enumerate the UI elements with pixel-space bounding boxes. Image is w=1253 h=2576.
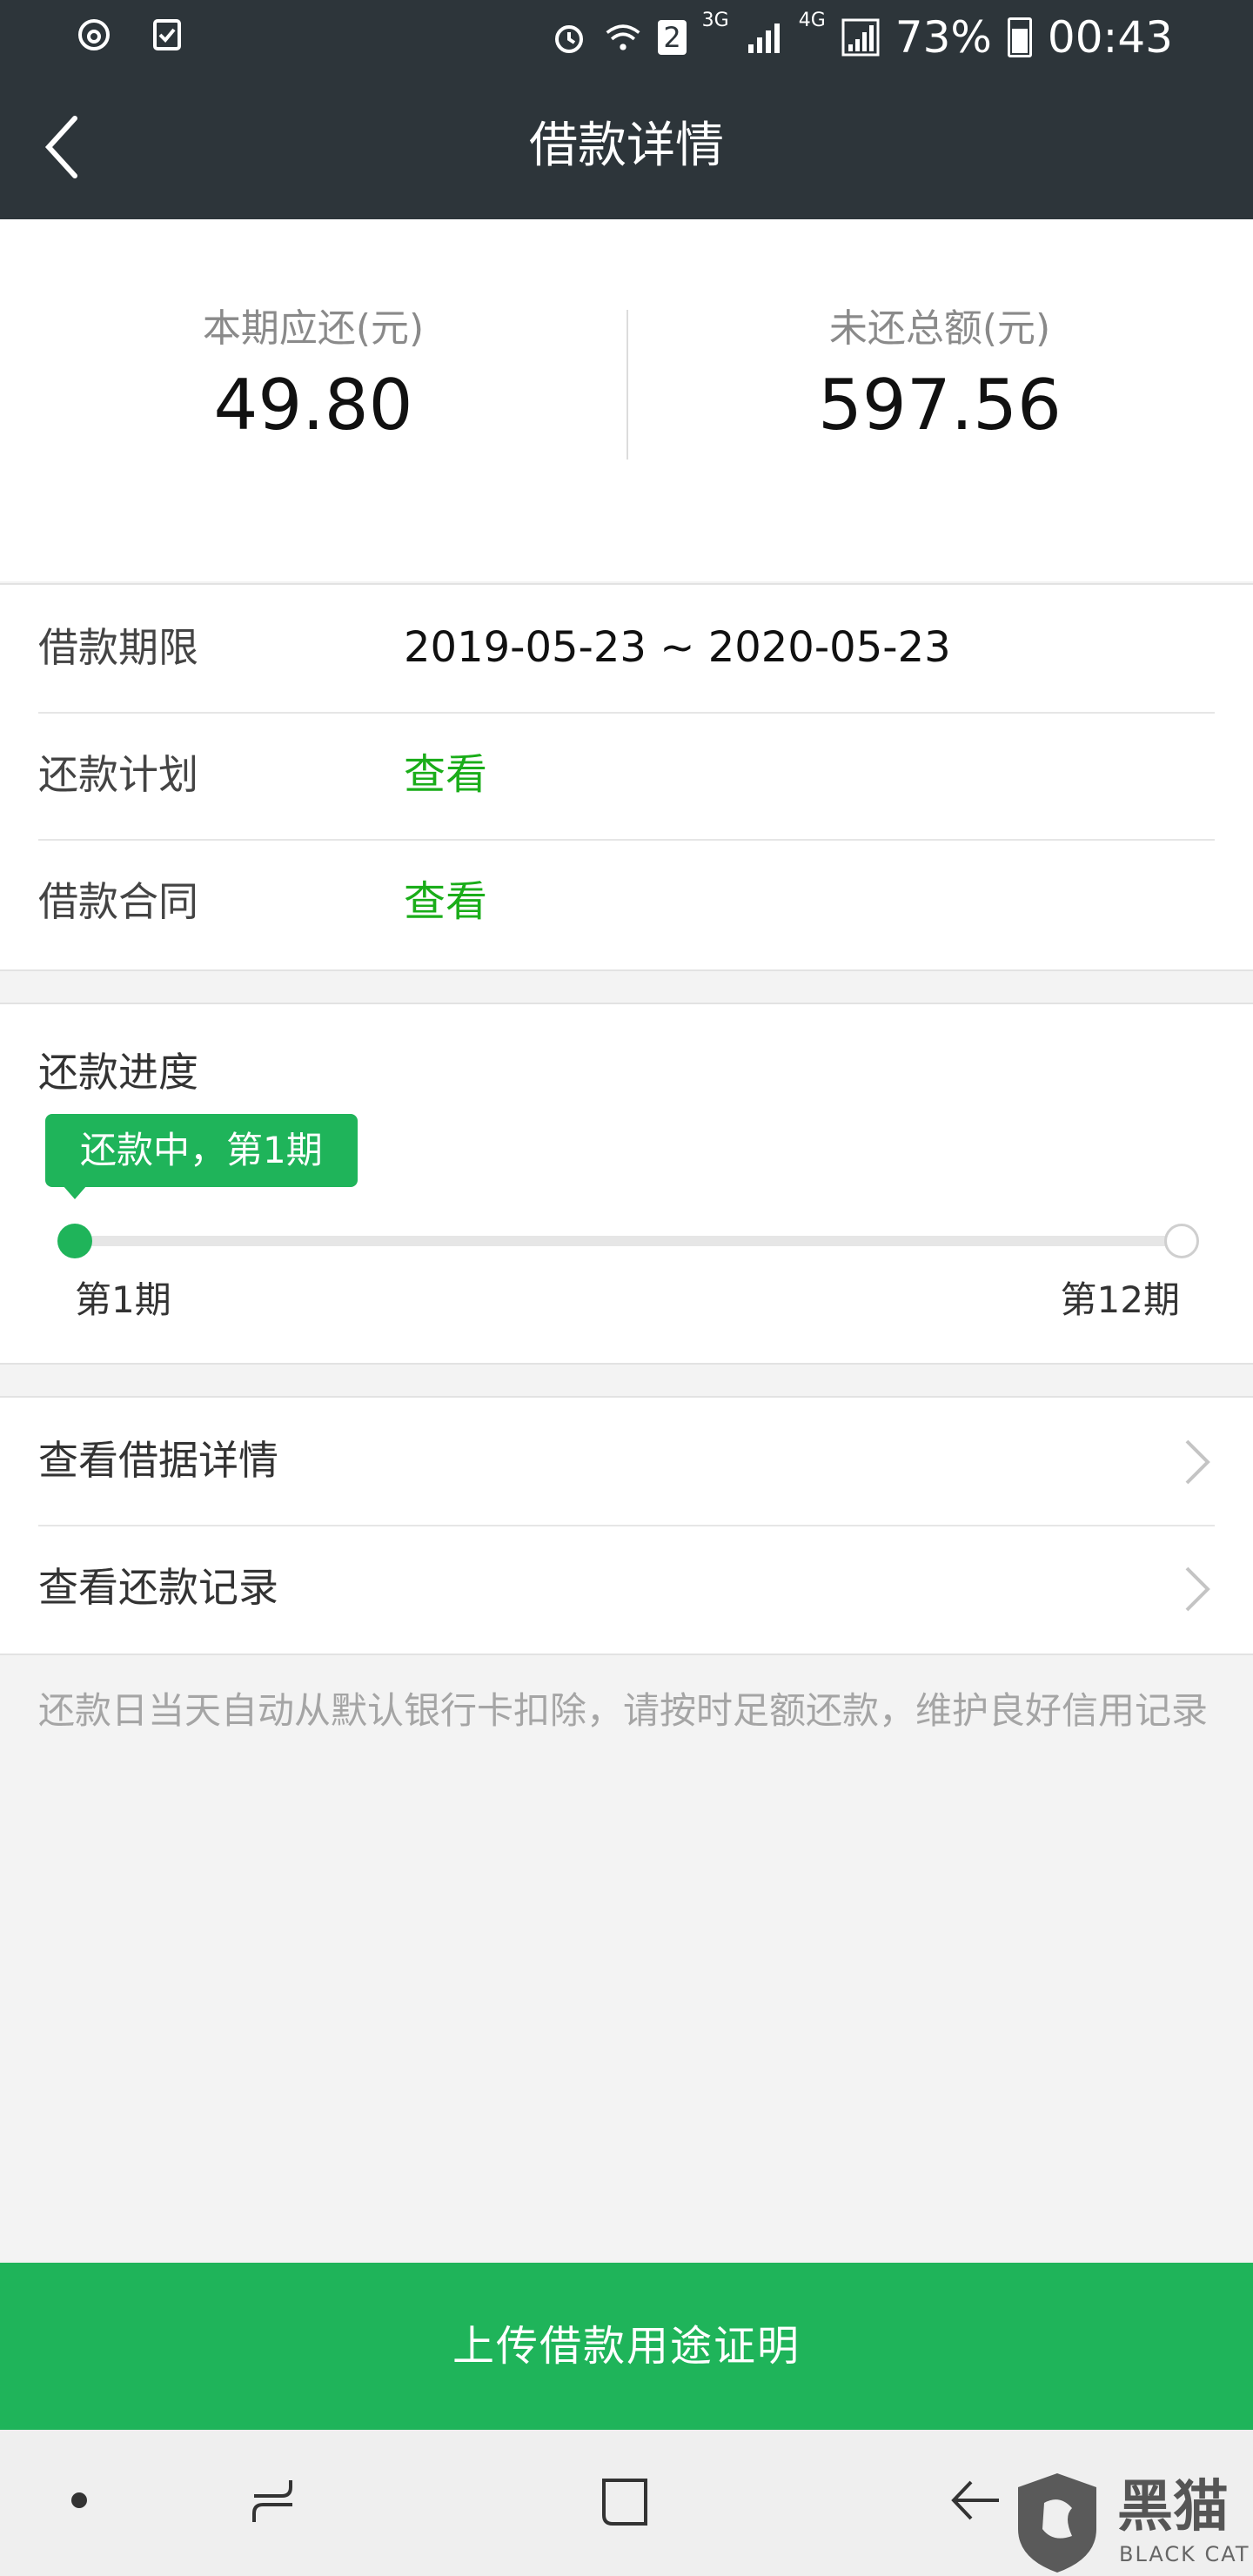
loan-contract-view-link[interactable]: 查看: [404, 874, 487, 929]
watermark-title: 黑猫: [1117, 2475, 1229, 2539]
view-loan-details-row[interactable]: 查看借据详情: [38, 1398, 1215, 1526]
loan-contract-label: 借款合同: [38, 878, 198, 925]
back-icon[interactable]: [945, 2468, 1006, 2532]
progress-status-tooltip: 还款中，第1期: [45, 1114, 358, 1199]
signal-icon-1: [747, 23, 780, 53]
black-cat-watermark: 黑猫 BLACK CAT: [1009, 2468, 1253, 2576]
loan-term-label: 借款期限: [38, 624, 198, 671]
home-icon[interactable]: [595, 2472, 654, 2532]
loan-summary-card: 本期应还(元) 49.80 未还总额(元) 597.56: [0, 219, 1253, 581]
current-due-value: 49.80: [213, 365, 413, 446]
signal-icon-2: [841, 18, 880, 57]
battery-icon: [1007, 17, 1032, 57]
chevron-right-icon: [1185, 1566, 1210, 1612]
watermark-subtitle: BLACK CAT: [1119, 2542, 1250, 2566]
loan-term-value: 2019-05-23 ~ 2020-05-23: [404, 623, 951, 672]
progress-end-label: 第12期: [1060, 1278, 1180, 1321]
loan-contract-row[interactable]: 借款合同 查看: [38, 839, 1215, 966]
total-outstanding-block: 未还总额(元) 597.56: [626, 303, 1253, 449]
progress-end-marker: [1164, 1224, 1199, 1258]
total-outstanding-value: 597.56: [818, 365, 1062, 446]
view-loan-details-label: 查看借据详情: [38, 1437, 278, 1484]
total-outstanding-label: 未还总额(元): [828, 306, 1051, 351]
repayment-progress-section: 还款进度 还款中，第1期 第1期 第12期: [0, 1003, 1253, 1365]
upload-loan-purpose-button[interactable]: 上传借款用途证明: [0, 2263, 1253, 2430]
repayment-plan-label: 还款计划: [38, 751, 198, 798]
network-3g-label: 3G: [701, 10, 729, 31]
progress-title: 还款进度: [38, 1049, 198, 1096]
repayment-plan-row[interactable]: 还款计划 查看: [38, 712, 1215, 841]
black-cat-logo-icon: [1018, 2473, 1096, 2573]
status-bar: 2 3G 4G 73% 00:43: [0, 0, 1253, 75]
netease-music-icon: [78, 19, 110, 50]
progress-start-label: 第1期: [75, 1278, 171, 1321]
page-title: 借款详情: [529, 117, 724, 174]
sim-badge: 2: [658, 20, 687, 55]
wifi-icon: [606, 24, 640, 50]
status-left-icons: [75, 16, 186, 54]
status-right-icons: 2 3G 4G 73% 00:43: [550, 10, 1173, 63]
alarm-icon: [555, 25, 584, 53]
task-check-icon: [153, 19, 181, 50]
chevron-right-icon: [1185, 1439, 1210, 1485]
nav-dot-indicator[interactable]: [71, 2492, 87, 2508]
current-due-block: 本期应还(元) 49.80: [0, 303, 626, 449]
clock-time: 00:43: [1047, 12, 1173, 63]
repayment-notice: 还款日当天自动从默认银行卡扣除，请按时足额还款，维护良好信用记录: [38, 1689, 1209, 1732]
view-repayment-records-label: 查看还款记录: [38, 1564, 278, 1611]
repayment-plan-view-link[interactable]: 查看: [404, 747, 487, 802]
current-due-label: 本期应还(元): [202, 306, 425, 351]
loan-term-row: 借款期限 2019-05-23 ~ 2020-05-23: [38, 585, 1215, 714]
view-repayment-records-row[interactable]: 查看还款记录: [38, 1525, 1215, 1652]
app-bar: 借款详情: [0, 75, 1253, 219]
network-4g-label: 4G: [798, 10, 826, 31]
detail-links-list: 查看借据详情 查看还款记录: [0, 1396, 1253, 1655]
progress-track: [73, 1236, 1183, 1246]
progress-current-marker: [57, 1224, 92, 1258]
battery-percent: 73%: [895, 12, 992, 63]
recent-apps-icon[interactable]: [244, 2472, 305, 2532]
loan-info-list: 借款期限 2019-05-23 ~ 2020-05-23 还款计划 查看 借款合…: [0, 583, 1253, 971]
